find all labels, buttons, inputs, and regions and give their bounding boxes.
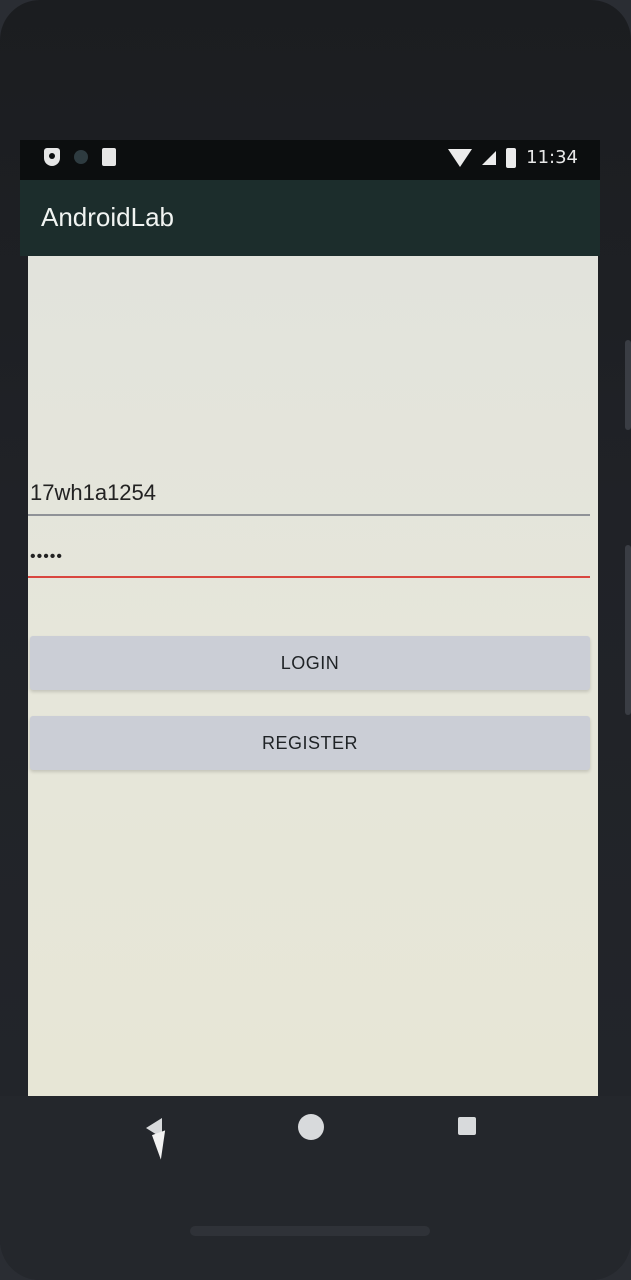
app-bar: AndroidLab [20,180,600,256]
status-bar: 11:34 [20,140,600,180]
password-field[interactable]: ••••• [28,536,590,578]
status-right-icons: 11:34 [448,147,578,168]
app-title: AndroidLab [41,202,174,232]
recents-icon[interactable] [458,1117,476,1135]
register-button[interactable]: REGISTER [30,716,590,770]
navigation-bar [0,1096,631,1280]
username-underline [28,514,590,516]
home-icon[interactable] [298,1114,324,1140]
volume-button [625,340,631,430]
username-field[interactable]: 17wh1a1254 [28,474,590,516]
username-value: 17wh1a1254 [30,480,157,505]
status-time: 11:34 [526,147,578,168]
signal-icon [482,150,497,165]
login-screen: 17wh1a1254 ••••• LOGIN REGISTER [28,256,598,1096]
status-left-icons [44,148,116,166]
mouse-cursor-icon [151,1130,175,1160]
password-underline [28,576,590,578]
shield-icon [44,148,60,166]
password-value: ••••• [30,548,64,565]
gesture-bar [190,1226,430,1236]
phone-frame: 11:34 AndroidLab 17wh1a1254 ••••• LOGIN … [0,0,631,1280]
power-button [625,545,631,715]
login-button[interactable]: LOGIN [30,636,590,690]
battery-icon [506,147,517,168]
wifi-icon [448,148,473,167]
dot-icon [74,150,88,164]
sd-card-icon [102,148,116,166]
